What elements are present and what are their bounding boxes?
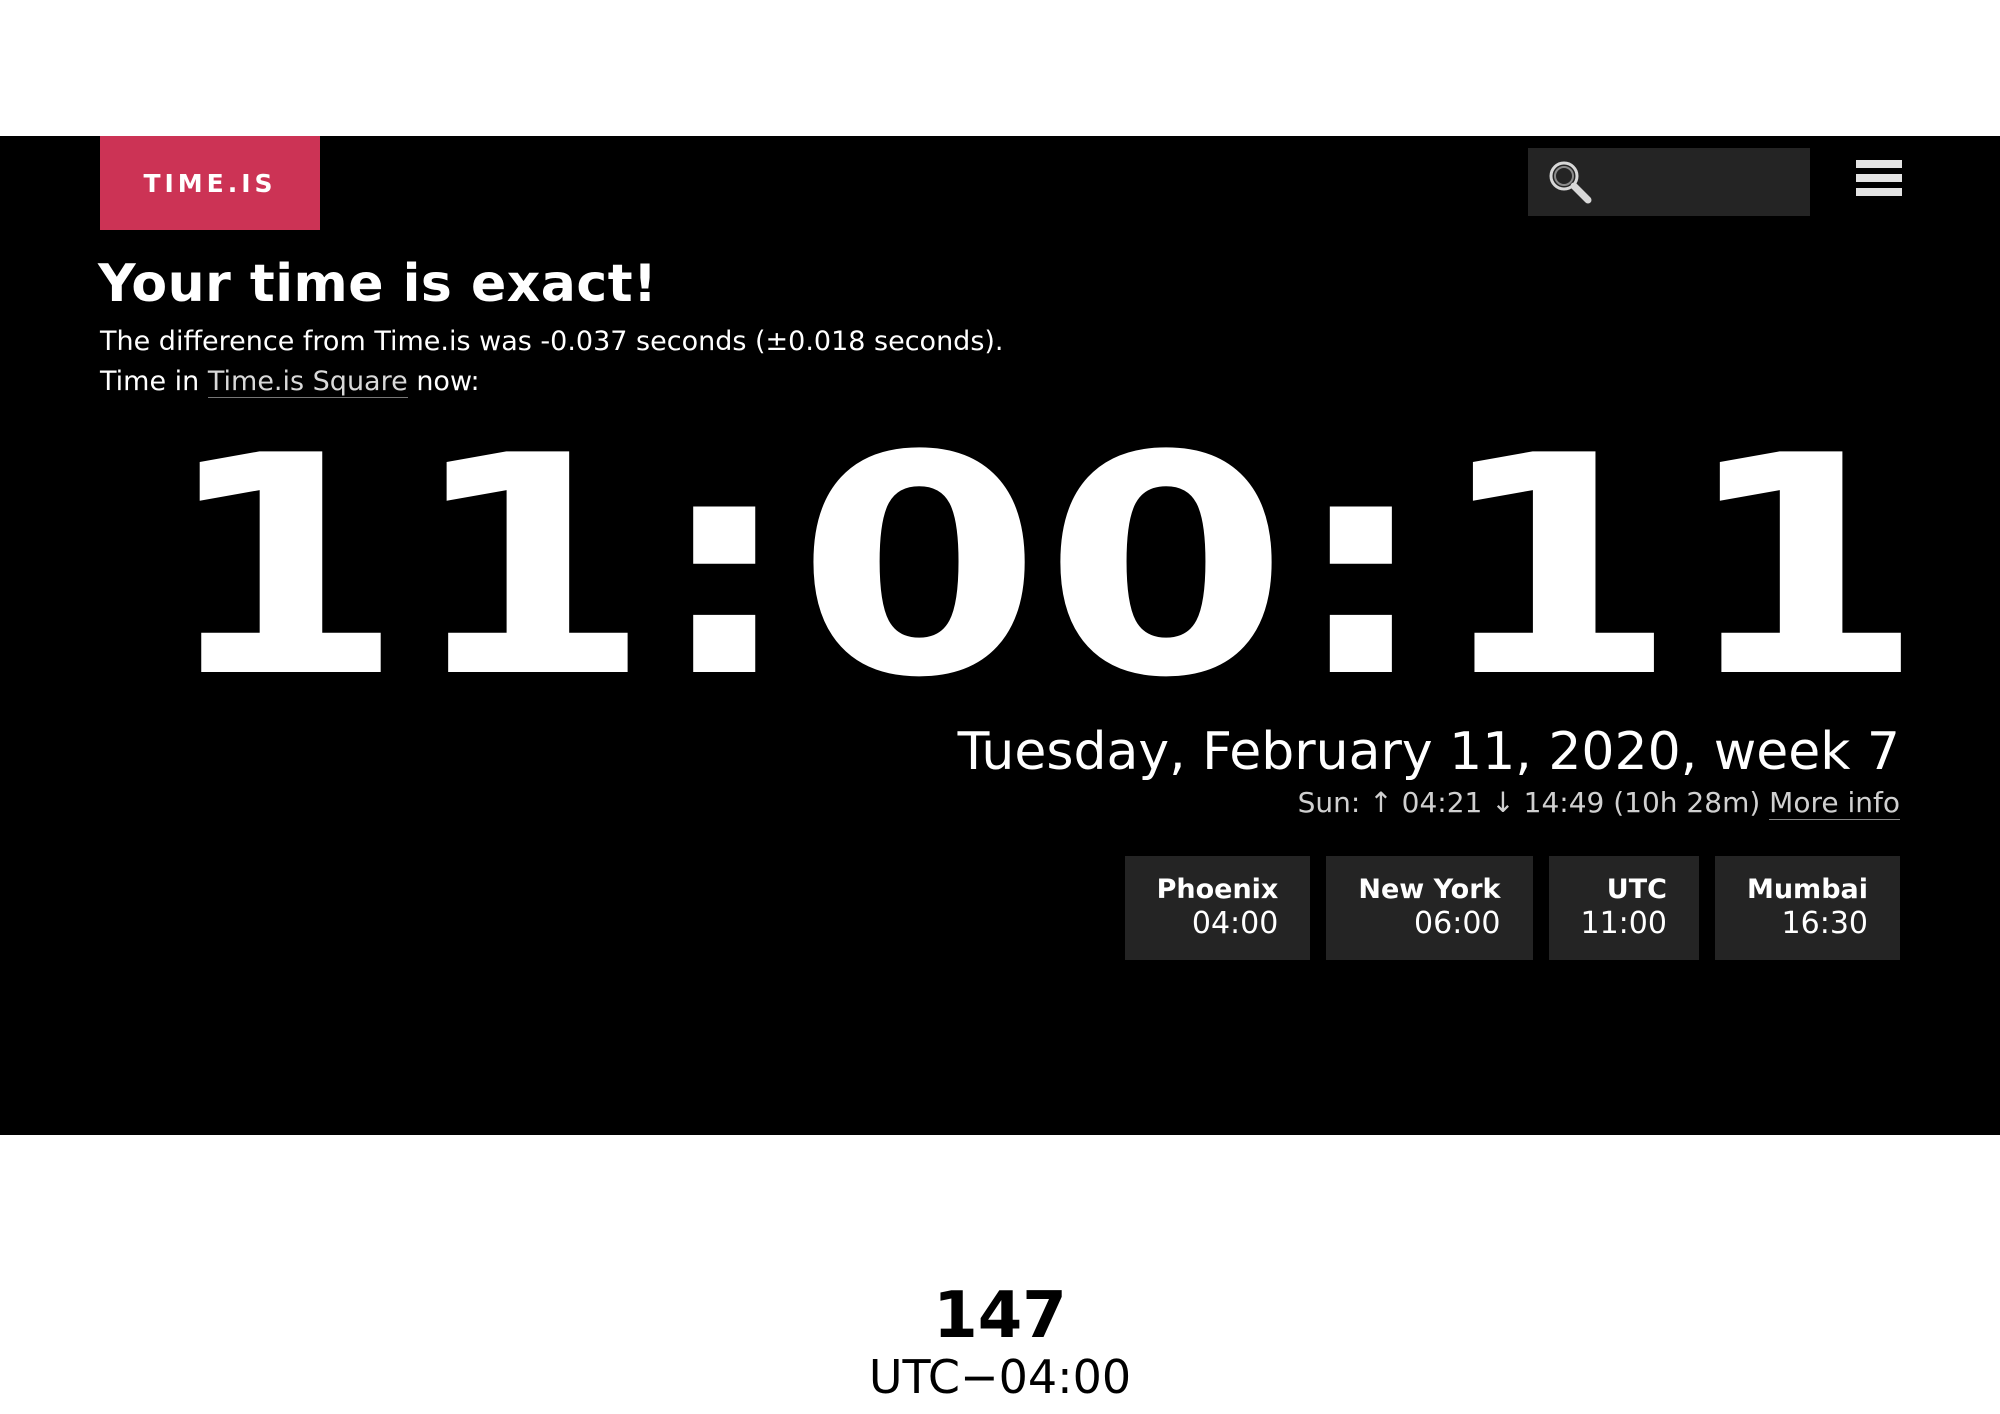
page: TIME.IS Your time is exact! The differen…: [0, 0, 2000, 1414]
sun-label: Sun:: [1297, 786, 1370, 819]
time-difference-text: The difference from Time.is was -0.037 s…: [100, 326, 1004, 357]
search-box[interactable]: [1528, 148, 1916, 216]
hamburger-menu-icon[interactable]: [1856, 160, 1902, 204]
caption-number: 147: [933, 1279, 1067, 1353]
city-name: UTC: [1606, 873, 1667, 905]
clock-display: 11:00:11: [160, 391, 1928, 745]
city-clock-mumbai[interactable]: Mumbai 16:30: [1714, 856, 1900, 960]
day-length: (10h 28m): [1613, 786, 1761, 819]
city-time: 11:00: [1580, 906, 1667, 942]
time-is-logo[interactable]: TIME.IS: [100, 136, 320, 230]
menu-bar: [1856, 174, 1902, 182]
city-time: 16:30: [1781, 906, 1868, 942]
menu-bar: [1856, 160, 1902, 168]
city-clock-new-york[interactable]: New York 06:00: [1326, 856, 1533, 960]
city-name: Mumbai: [1746, 873, 1868, 905]
sunrise-time: 04:21: [1401, 786, 1483, 819]
menu-bar: [1856, 188, 1902, 196]
sunrise-arrow-icon: ↑: [1369, 786, 1393, 819]
city-name: New York: [1358, 873, 1501, 905]
sunset-time: 14:49: [1523, 786, 1605, 819]
more-info-link[interactable]: More info: [1769, 786, 1900, 820]
city-time: 06:00: [1414, 906, 1501, 942]
sync-status-headline: Your time is exact!: [98, 254, 658, 314]
city-time: 04:00: [1191, 906, 1279, 942]
sunset-arrow-icon: ↓: [1491, 786, 1515, 819]
city-name: Phoenix: [1156, 873, 1279, 905]
time-is-screenshot: TIME.IS Your time is exact! The differen…: [0, 136, 2000, 1135]
city-clock-utc[interactable]: UTC 11:00: [1548, 856, 1699, 960]
date-display: Tuesday, February 11, 2020, week 7: [957, 722, 1900, 782]
search-icon: [1549, 161, 1592, 204]
world-clocks: Phoenix 04:00 New York 06:00 UTC 11:00 M…: [1124, 856, 1900, 960]
city-clock-phoenix[interactable]: Phoenix 04:00: [1124, 856, 1311, 960]
caption-timezone: UTC−04:00: [868, 1350, 1132, 1404]
sun-info: Sun: ↑ 04:21 ↓ 14:49 (10h 28m) More info: [1298, 786, 1900, 820]
